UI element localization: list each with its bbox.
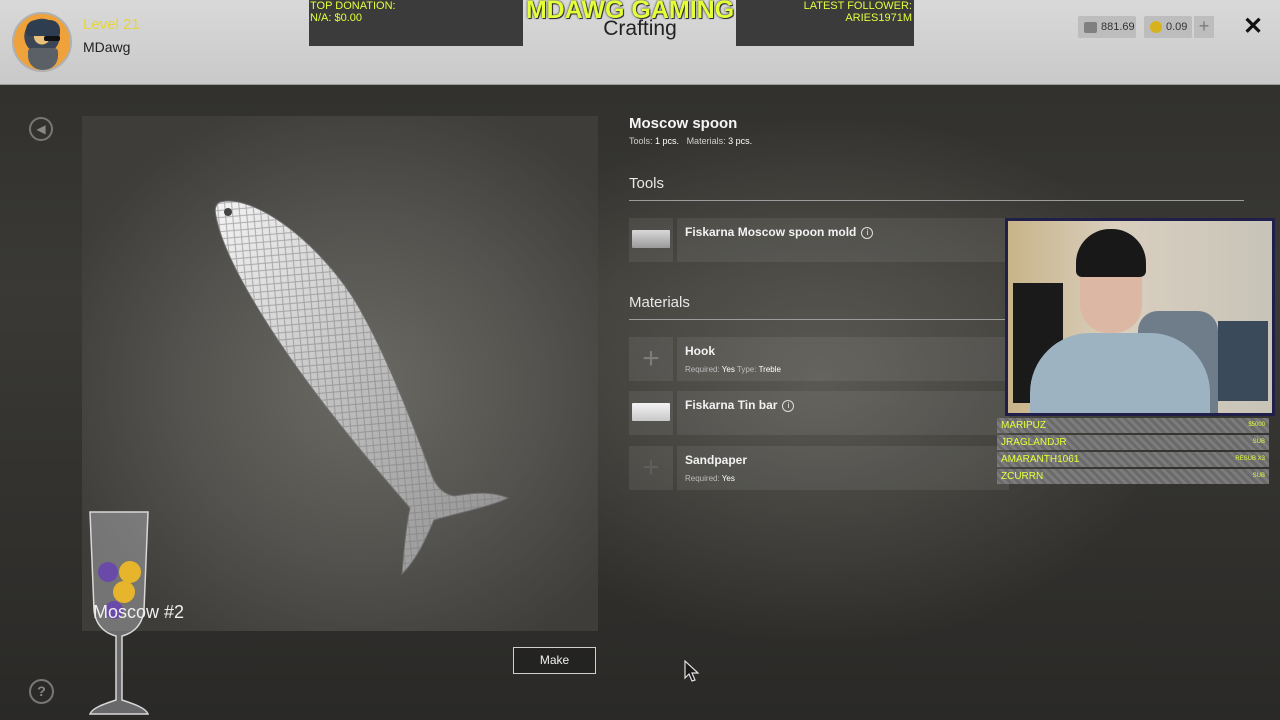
webcam-overlay xyxy=(1005,218,1275,416)
type-value: Treble xyxy=(758,365,781,374)
silver-coin-icon xyxy=(1084,21,1097,33)
tools-count-value: 1 pcs. xyxy=(655,136,680,146)
empty-slot[interactable]: + xyxy=(629,446,673,490)
list-item: JRAGLANDJR SUB xyxy=(997,435,1269,450)
required-value: Yes xyxy=(721,474,735,483)
latest-follower-value: ARIES1971M xyxy=(845,12,912,24)
silver-balance-value: 881.69 xyxy=(1101,21,1135,33)
material-thumbnail xyxy=(629,391,673,435)
make-button[interactable]: Make xyxy=(513,647,596,674)
latest-follower-box: LATEST FOLLOWER: ARIES1971M xyxy=(736,0,914,46)
type-label: Type: xyxy=(736,365,757,374)
material-name: Sandpaper xyxy=(685,453,748,467)
item-preview-panel xyxy=(82,116,598,631)
moscow-spoon-image xyxy=(214,200,510,576)
list-item: MARIPUZ $5000 xyxy=(997,418,1269,433)
avatar[interactable] xyxy=(12,12,72,72)
add-currency-button[interactable]: + xyxy=(1194,16,1214,38)
material-slot-hook[interactable]: + Hook Required: Yes Type: Treble xyxy=(629,337,1009,381)
tool-name: Fiskarna Moscow spoon mold xyxy=(685,225,857,239)
mouse-cursor-icon xyxy=(684,660,700,682)
required-label: Required: xyxy=(685,474,720,483)
materials-count-label: Materials: xyxy=(686,136,726,146)
top-donation-value: N/A: $0.00 xyxy=(310,12,362,24)
item-summary: Tools: 1 pcs. Materials: 3 pcs. xyxy=(629,136,752,146)
material-slot-sandpaper[interactable]: + Sandpaper Required: Yes xyxy=(629,446,1009,490)
silver-balance: 881.69 xyxy=(1078,16,1136,38)
required-label: Required: xyxy=(685,365,720,374)
list-item: AMARANTH1061 RESUB x3 xyxy=(997,452,1269,467)
material-slot-tin-bar[interactable]: Fiskarna Tin bar i xyxy=(629,391,1009,435)
list-item: ZCURRN SUB xyxy=(997,469,1269,484)
tool-thumbnail xyxy=(629,218,673,262)
material-name: Hook xyxy=(685,344,715,358)
back-icon[interactable]: ◀ xyxy=(29,117,53,141)
page-title: Crafting xyxy=(603,17,677,40)
plus-icon: + xyxy=(642,451,660,484)
materials-divider xyxy=(629,319,1005,320)
close-icon[interactable]: ✕ xyxy=(1240,14,1266,40)
player-username: MDawg xyxy=(83,39,131,55)
empty-slot[interactable]: + xyxy=(629,337,673,381)
tool-slot[interactable]: Fiskarna Moscow spoon mold i xyxy=(629,218,1009,262)
tools-section-title: Tools xyxy=(629,175,665,192)
gold-coin-icon xyxy=(1150,21,1162,33)
top-donation-box: TOP DONATION: N/A: $0.00 xyxy=(309,0,523,46)
material-name: Fiskarna Tin bar xyxy=(685,398,778,412)
tools-divider xyxy=(629,200,1244,201)
materials-section-title: Materials xyxy=(629,294,690,311)
gold-balance-value: 0.09 xyxy=(1166,21,1188,33)
info-icon[interactable]: i xyxy=(782,400,795,412)
player-level: Level 21 xyxy=(83,16,140,33)
top-donation-label: TOP DONATION: xyxy=(310,0,396,12)
top-bar: Level 21 MDawg TOP DONATION: N/A: $0.00 … xyxy=(0,0,1280,85)
gold-balance: 0.09 xyxy=(1144,16,1192,38)
materials-count-value: 3 pcs. xyxy=(728,136,753,146)
tools-count-label: Tools: xyxy=(629,136,653,146)
stream-events-list: MARIPUZ $5000 JRAGLANDJR SUB AMARANTH1061 R… xyxy=(997,418,1269,486)
info-icon[interactable]: i xyxy=(861,227,874,239)
latest-follower-label: LATEST FOLLOWER: xyxy=(803,0,912,12)
item-title: Moscow spoon xyxy=(629,115,738,132)
plus-icon: + xyxy=(642,342,660,375)
preview-label: Moscow #2 xyxy=(93,602,185,622)
required-value: Yes xyxy=(721,365,735,374)
help-icon[interactable]: ? xyxy=(29,679,54,704)
